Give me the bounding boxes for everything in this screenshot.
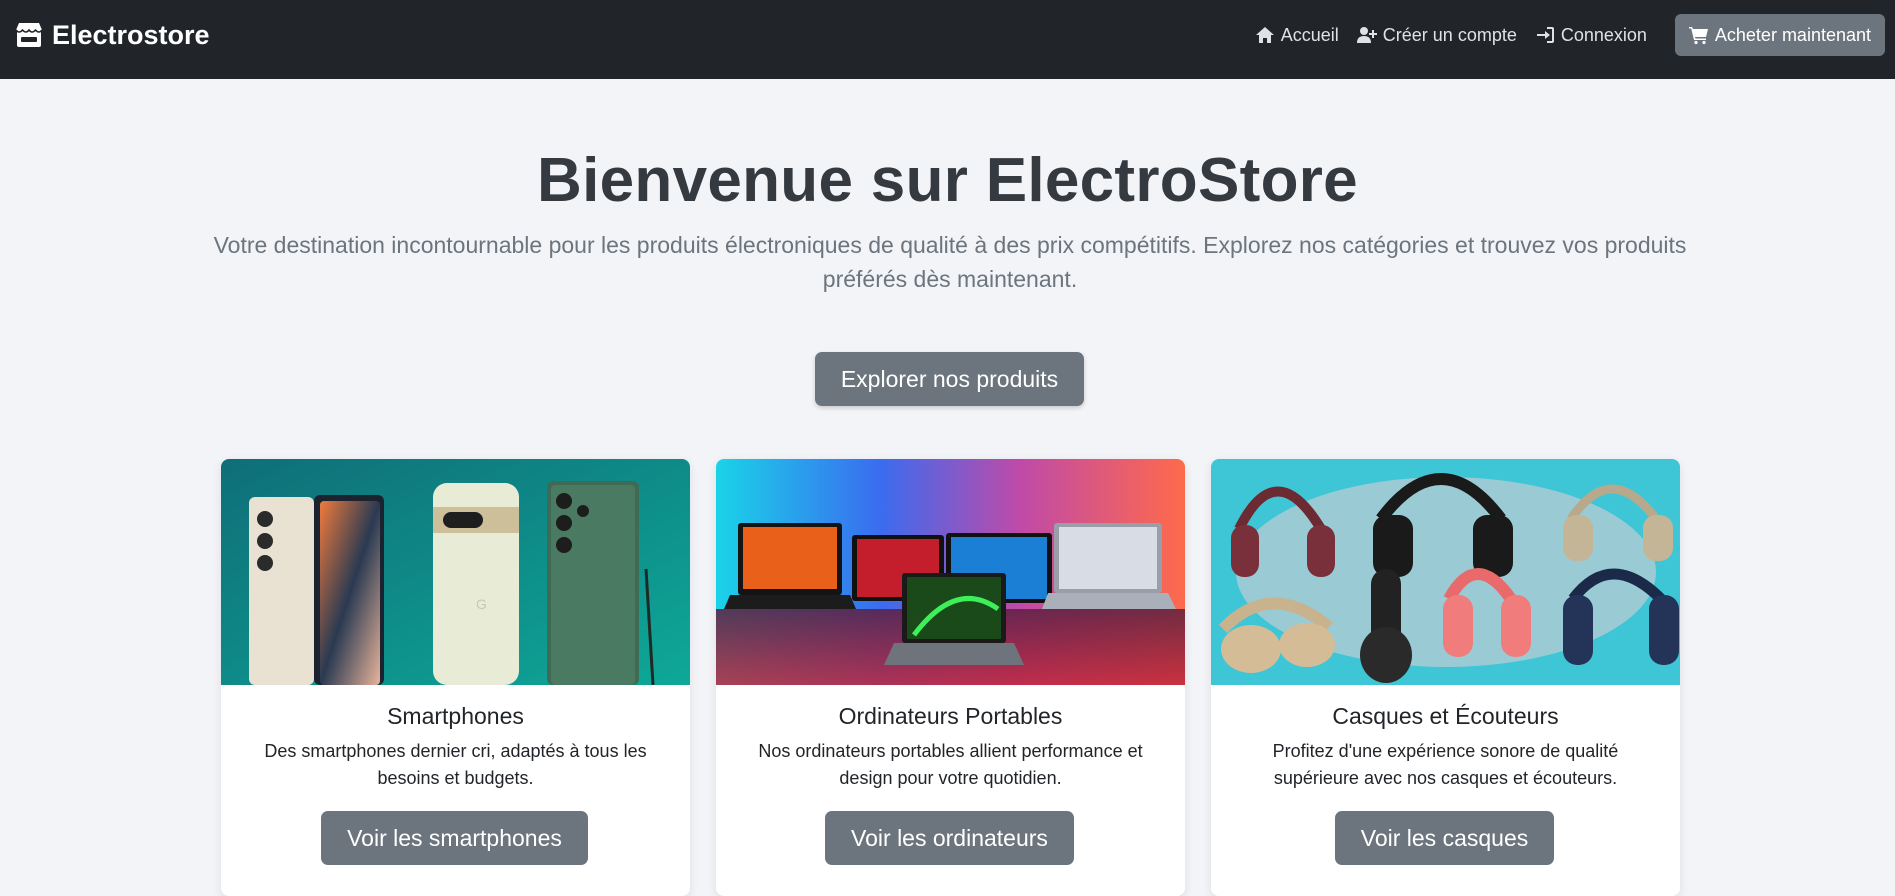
card-description: Des smartphones dernier cri, adaptés à t… xyxy=(264,741,647,788)
smartphones-photo: G xyxy=(221,459,690,685)
nav-link-label: Connexion xyxy=(1560,24,1647,45)
category-card-smartphones: G Smartphones Des smartphones dernier cr… xyxy=(221,459,690,896)
nav-links: Accueil Créer un compte Connexion Achete… xyxy=(1255,14,1885,56)
card-description: Nos ordinateurs portables allient perfor… xyxy=(758,741,1143,788)
view-smartphones-button[interactable]: Voir les smartphones xyxy=(321,811,588,865)
card-title: Smartphones xyxy=(387,703,524,729)
headphones-photo xyxy=(1211,459,1680,685)
buy-now-label: Acheter maintenant xyxy=(1714,24,1871,45)
brand-link[interactable]: Electrostore xyxy=(14,18,210,52)
nav-link-register[interactable]: Créer un compte xyxy=(1356,24,1517,46)
nav-link-login[interactable]: Connexion xyxy=(1535,25,1647,46)
view-laptops-button[interactable]: Voir les ordinateurs xyxy=(825,811,1074,865)
home-icon xyxy=(1255,27,1274,43)
nav-link-label: Accueil xyxy=(1280,24,1339,45)
hero-subtitle: Votre destination incontournable pour le… xyxy=(213,232,1687,292)
card-description: Profitez d'une expérience sonore de qual… xyxy=(1272,741,1619,788)
svg-text:G: G xyxy=(476,596,487,612)
category-card-laptops: Ordinateurs Portables Nos ordinateurs po… xyxy=(716,459,1185,896)
view-headphones-button[interactable]: Voir les casques xyxy=(1335,811,1554,865)
card-title: Casques et Écouteurs xyxy=(1332,703,1559,729)
brand-name: Electrostore xyxy=(52,19,210,50)
buy-now-button[interactable]: Acheter maintenant xyxy=(1674,14,1885,56)
navbar: Electrostore Accueil Créer un compte Con… xyxy=(0,0,1895,79)
nav-link-label: Créer un compte xyxy=(1382,24,1517,45)
nav-link-home[interactable]: Accueil xyxy=(1255,25,1339,46)
store-icon xyxy=(15,23,43,47)
sign-in-icon xyxy=(1536,27,1554,43)
cart-icon xyxy=(1688,27,1708,45)
card-title: Ordinateurs Portables xyxy=(838,703,1063,729)
user-plus-icon xyxy=(1356,27,1377,43)
explore-products-button[interactable]: Explorer nos produits xyxy=(815,352,1084,406)
category-card-headphones: Casques et Écouteurs Profitez d'une expé… xyxy=(1211,459,1680,896)
hero-title: Bienvenue sur ElectroStore xyxy=(537,146,1358,215)
laptops-photo xyxy=(716,459,1185,685)
